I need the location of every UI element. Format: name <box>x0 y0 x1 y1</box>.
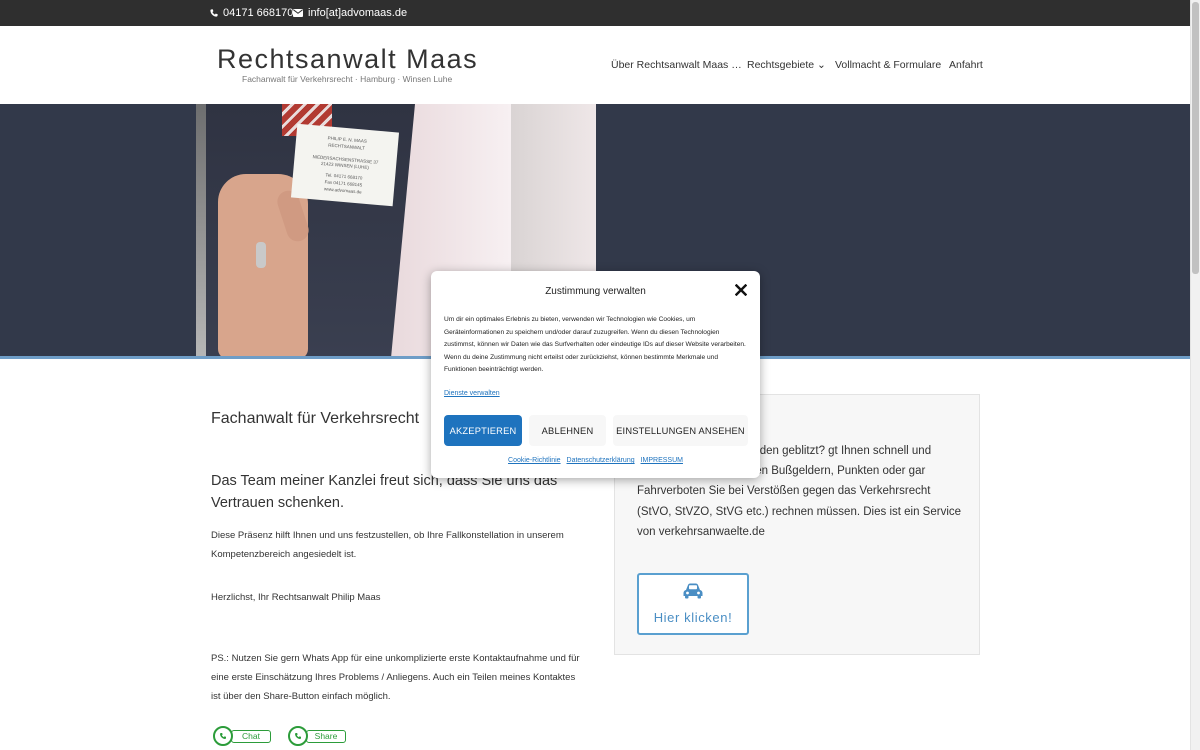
hier-klicken-button[interactable]: Hier klicken! <box>637 573 749 635</box>
nav-item-rechtsgebiete[interactable]: Rechtsgebiete ⌄ <box>747 59 826 71</box>
site-tagline: Fachanwalt für Verkehrsrecht · Hamburg ·… <box>242 74 453 84</box>
phone-contact[interactable]: 04171 668170 <box>210 7 293 19</box>
main-heading: Fachanwalt für Verkehrsrecht <box>211 410 420 427</box>
whatsapp-chat-button[interactable]: Chat <box>213 726 271 746</box>
nav-label: Anfahrt <box>949 59 983 71</box>
car-icon <box>683 583 703 599</box>
envelope-icon <box>293 9 303 17</box>
cookie-footer-links: Cookie-Richtlinie Datenschutzerklärung I… <box>431 457 760 464</box>
email-address: info[at]advomaas.de <box>308 7 408 19</box>
whatsapp-share-label: Share <box>306 729 346 743</box>
cookie-description: Um dir ein optimales Erlebnis zu bieten,… <box>444 316 746 374</box>
close-icon[interactable] <box>735 284 747 296</box>
imprint-link[interactable]: IMPRESSUM <box>641 457 683 464</box>
view-settings-button[interactable]: EINSTELLUNGEN ANSEHEN <box>613 415 748 446</box>
nav-label: Rechtsgebiete ⌄ <box>747 59 826 71</box>
business-card: PHILIP E. N. MAAS RECHTSANWALT NIEDERSAC… <box>290 123 400 207</box>
nav-item-ueber[interactable]: Über Rechtsanwalt Maas … <box>611 59 742 71</box>
cookie-policy-link[interactable]: Cookie-Richtlinie <box>508 457 561 464</box>
whatsapp-chat-label: Chat <box>231 729 271 743</box>
nav-item-anfahrt[interactable]: Anfahrt <box>949 59 983 71</box>
site-title[interactable]: Rechtsanwalt Maas <box>217 44 478 75</box>
whatsapp-icon <box>288 726 308 746</box>
deny-button[interactable]: ABLEHNEN <box>529 415 606 446</box>
whatsapp-icon <box>213 726 233 746</box>
hier-klicken-label: Hier klicken! <box>653 610 733 625</box>
scrollbar-thumb[interactable] <box>1192 2 1199 274</box>
photo-ring <box>256 242 266 268</box>
privacy-policy-link[interactable]: Datenschutzerklärung <box>567 457 635 464</box>
phone-number: 04171 668170 <box>223 7 294 19</box>
nav-label: Vollmacht & Formulare <box>835 59 942 71</box>
phone-icon <box>210 9 218 17</box>
manage-services-link[interactable]: Dienste verwalten <box>444 390 500 397</box>
email-contact[interactable]: info[at]advomaas.de <box>293 7 407 19</box>
signature-paragraph: Herzlichst, Ihr Rechtsanwalt Philip Maas <box>211 592 381 603</box>
cookie-consent-dialog: Zustimmung verwalten Um dir ein optimale… <box>431 271 760 478</box>
accept-button[interactable]: AKZEPTIEREN <box>444 415 522 446</box>
top-bar: 04171 668170 info[at]advomaas.de <box>0 0 1190 26</box>
cookie-dialog-title: Zustimmung verwalten <box>545 286 646 297</box>
site-header: Rechtsanwalt Maas Fachanwalt für Verkehr… <box>0 26 1190 104</box>
page-scrollbar[interactable] <box>1190 0 1200 750</box>
intro-paragraph: Diese Präsenz hilft Ihnen und uns festzu… <box>211 530 564 560</box>
whatsapp-paragraph: PS.: Nutzen Sie gern Whats App für eine … <box>211 653 580 702</box>
nav-label: Über Rechtsanwalt Maas … <box>611 59 742 71</box>
whatsapp-share-button[interactable]: Share <box>288 726 346 746</box>
nav-item-vollmacht[interactable]: Vollmacht & Formulare <box>835 59 941 71</box>
